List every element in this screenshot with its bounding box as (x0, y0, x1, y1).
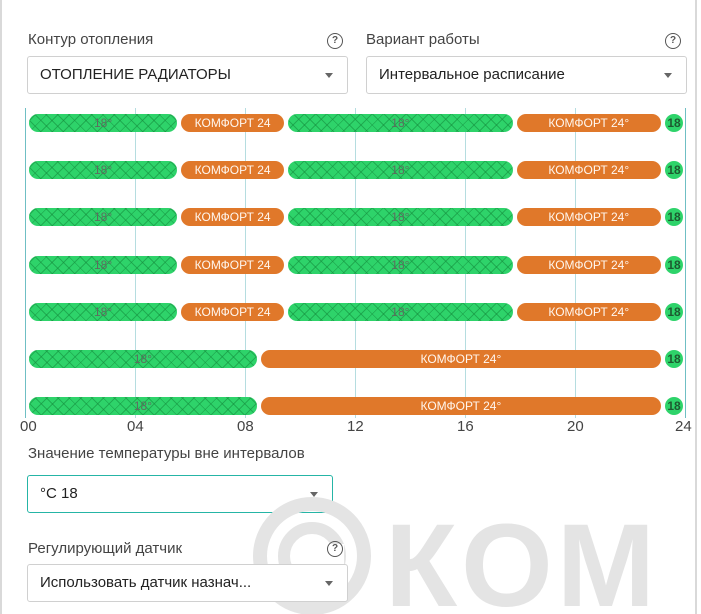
heating-circuit-value: ОТОПЛЕНИЕ РАДИАТОРЫ (40, 66, 231, 83)
eco-interval[interactable]: 18° (29, 302, 177, 321)
comfort-interval[interactable]: КОМФОРТ 24° (516, 161, 661, 180)
comfort-interval[interactable]: КОМФОРТ 24° (516, 114, 661, 132)
eco-interval[interactable]: 18° (29, 397, 257, 416)
comfort-interval[interactable]: КОМФОРТ 24° (260, 397, 661, 416)
schedule-row: 18° КОМФОРТ 24 18° КОМФОРТ 24° 18 (25, 208, 687, 227)
schedule-row: 18° КОМФОРТ 24° 18 (25, 397, 687, 416)
hour-tick-label: 12 (347, 418, 364, 435)
chevron-down-icon (325, 73, 333, 78)
svg-text:КОМ: КОМ (385, 500, 659, 614)
heating-circuit-select[interactable]: ОТОПЛЕНИЕ РАДИАТОРЫ (27, 56, 348, 94)
comfort-interval[interactable]: КОМФОРТ 24° (260, 350, 661, 368)
comfort-interval[interactable]: КОМФОРТ 24° (516, 208, 661, 227)
schedule-row: 18° КОМФОРТ 24 18° КОМФОРТ 24° 18 (25, 255, 687, 274)
chevron-down-icon (325, 581, 333, 586)
heating-circuit-label: Контур отопления (28, 31, 154, 48)
weekly-schedule-chart: 18° КОМФОРТ 24 18° КОМФОРТ 24° 18 18° КОМФОРТ … (25, 108, 687, 418)
schedule-row: 18° КОМФОРТ 24 18° КОМФОРТ 24° 18 (25, 161, 687, 180)
help-icon[interactable]: ? (327, 33, 343, 49)
comfort-interval[interactable]: КОМФОРТ 24 (181, 255, 285, 274)
eco-interval[interactable]: 18° (288, 302, 513, 321)
schedule-row: 18° КОМФОРТ 24 18° КОМФОРТ 24° 18 (25, 302, 687, 321)
eco-interval[interactable]: 18 (665, 350, 683, 368)
eco-interval[interactable]: 18° (288, 208, 513, 227)
eco-interval[interactable]: 18 (665, 161, 683, 180)
eco-interval[interactable]: 18° (29, 350, 257, 368)
comfort-interval[interactable]: КОМФОРТ 24° (516, 255, 661, 274)
hour-tick-label: 00 (20, 418, 37, 435)
hour-tick-label: 16 (457, 418, 474, 435)
help-icon[interactable]: ? (665, 33, 681, 49)
comfort-interval[interactable]: КОМФОРТ 24° (516, 302, 661, 321)
schedule-row: 18° КОМФОРТ 24 18° КОМФОРТ 24° 18 (25, 114, 687, 132)
hour-tick-label: 24 (675, 418, 692, 435)
sensor-label: Регулирующий датчик (28, 540, 183, 557)
comfort-interval[interactable]: КОМФОРТ 24 (181, 208, 285, 227)
eco-interval[interactable]: 18 (665, 397, 683, 416)
outside-temp-value: °C 18 (40, 485, 78, 502)
chevron-down-icon (664, 73, 672, 78)
hour-tick-label: 04 (127, 418, 144, 435)
help-icon[interactable]: ? (327, 541, 343, 557)
eco-interval[interactable]: 18° (29, 208, 177, 227)
eco-interval[interactable]: 18° (288, 114, 513, 132)
eco-interval[interactable]: 18 (665, 208, 683, 227)
comfort-interval[interactable]: КОМФОРТ 24 (181, 161, 285, 180)
schedule-row: 18° КОМФОРТ 24° 18 (25, 350, 687, 368)
outside-temp-label: Значение температуры вне интервалов (28, 445, 305, 462)
eco-interval[interactable]: 18° (29, 161, 177, 180)
eco-interval[interactable]: 18° (29, 255, 177, 274)
eco-interval[interactable]: 18 (665, 302, 683, 321)
sensor-value: Использовать датчик назнач... (40, 574, 252, 591)
work-mode-label: Вариант работы (366, 31, 480, 48)
eco-interval[interactable]: 18 (665, 255, 683, 274)
hour-tick-label: 08 (237, 418, 254, 435)
work-mode-value: Интервальное расписание (379, 66, 565, 83)
eco-interval[interactable]: 18° (288, 161, 513, 180)
sensor-select[interactable]: Использовать датчик назнач... (27, 564, 348, 602)
work-mode-select[interactable]: Интервальное расписание (366, 56, 687, 94)
comfort-interval[interactable]: КОМФОРТ 24 (181, 302, 285, 321)
eco-interval[interactable]: 18° (29, 114, 177, 132)
hour-tick-label: 20 (567, 418, 584, 435)
eco-interval[interactable]: 18° (288, 255, 513, 274)
eco-interval[interactable]: 18 (665, 114, 683, 132)
comfort-interval[interactable]: КОМФОРТ 24 (181, 114, 285, 132)
